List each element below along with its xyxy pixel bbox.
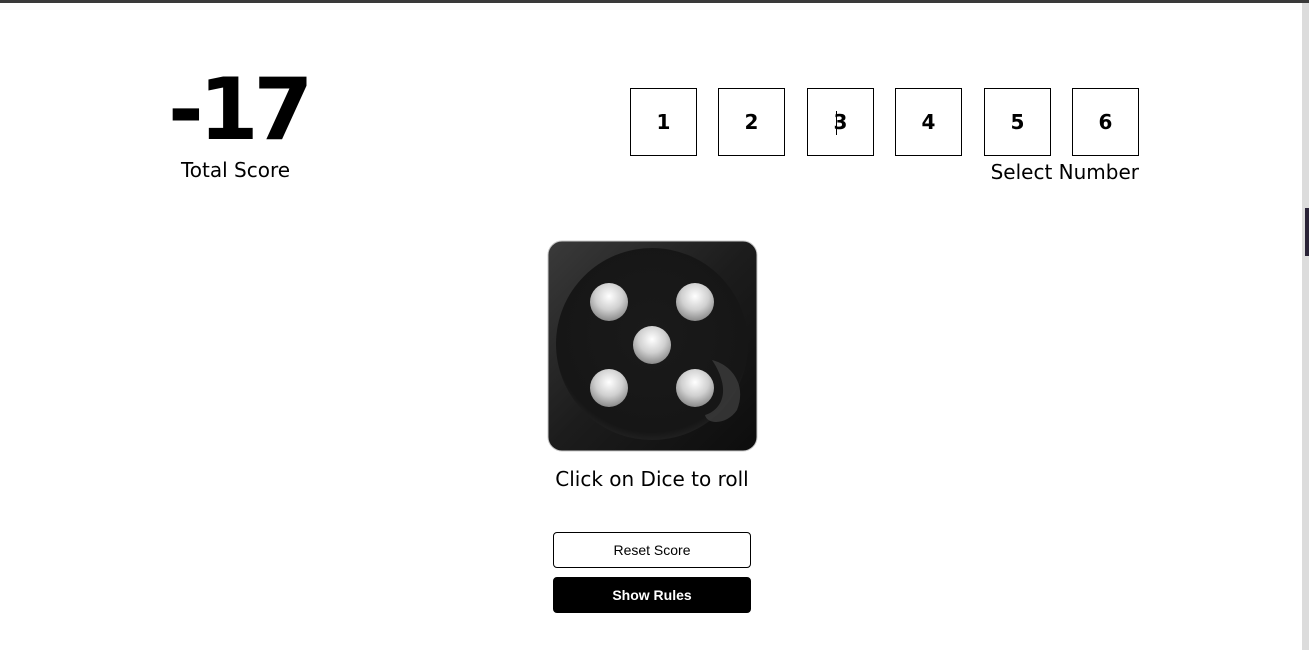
number-option-3[interactable]: 3 [807,88,874,156]
dice-face-five-icon [547,240,758,452]
total-score-label: Total Score [180,158,291,182]
page-scrollbar[interactable] [1302,3,1309,650]
select-number-label: Select Number [990,160,1139,184]
window-top-edge [0,0,1309,3]
total-score-block: -17 Total Score [168,60,313,183]
number-option-2[interactable]: 2 [718,88,785,156]
number-option-6[interactable]: 6 [1072,88,1139,156]
reset-score-button[interactable]: Reset Score [553,532,751,568]
total-score-value: -17 [168,60,313,160]
number-option-5[interactable]: 5 [984,88,1051,156]
roll-instruction: Click on Dice to roll [555,467,749,491]
text-cursor [836,111,837,135]
show-rules-button[interactable]: Show Rules [553,577,751,613]
number-option-4[interactable]: 4 [895,88,962,156]
scrollbar-thumb[interactable] [1305,208,1309,256]
number-option-1[interactable]: 1 [630,88,697,156]
dice-button[interactable] [547,240,758,452]
